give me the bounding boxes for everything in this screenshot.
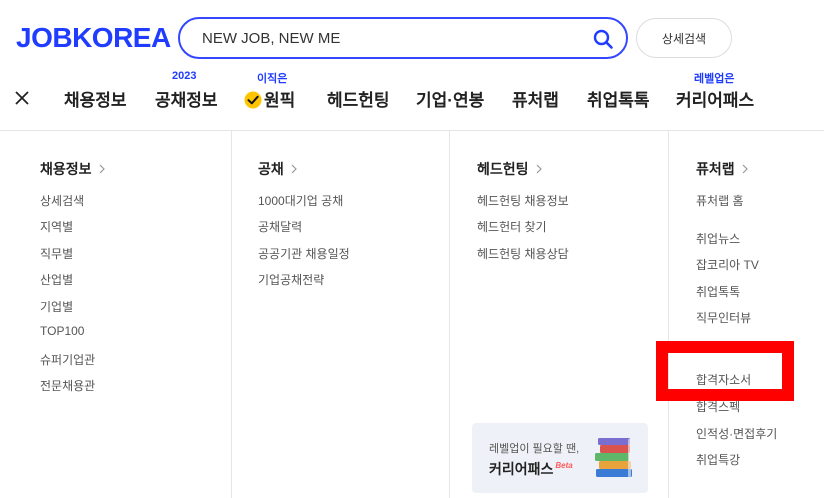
column-divider [449, 131, 450, 498]
nav-item-futurelab[interactable]: 퓨처랩 [512, 86, 559, 111]
detail-search-button[interactable]: 상세검색 [636, 18, 732, 58]
menu-link-gongchae-strategy[interactable]: 기업공채전략 [258, 271, 324, 288]
menu-title-futurelab[interactable]: 퓨처랩 [696, 159, 749, 179]
menu-title-gongchae[interactable]: 공채 [258, 159, 298, 179]
nav-badge-2023: 2023 [172, 70, 197, 82]
close-icon[interactable] [12, 88, 32, 108]
menu-title-recruit[interactable]: 채용정보 [40, 159, 106, 179]
menu-link-super-company[interactable]: 슈퍼기업관 [40, 351, 95, 368]
menu-title-headhunting[interactable]: 헤드헌팅 [477, 159, 543, 179]
column-divider [668, 131, 669, 498]
search-input[interactable] [202, 29, 562, 47]
nav-item-headhunting[interactable]: 헤드헌팅 [327, 86, 390, 111]
menu-link-by-region[interactable]: 지역별 [40, 218, 73, 235]
nav-item-gongchae[interactable]: 공채정보 [155, 86, 218, 111]
menu-link-public-schedule[interactable]: 공공기관 채용일정 [258, 245, 350, 262]
promo-title: 커리어패스 Beta [489, 461, 573, 477]
nav-item-chwieop-toktok[interactable]: 취업톡톡 [587, 86, 650, 111]
career-path-promo-banner[interactable]: 레벨업이 필요할 땐, 커리어패스 Beta [472, 423, 648, 493]
chevron-right-icon [536, 164, 542, 174]
menu-link-find-headhunter[interactable]: 헤드헌터 찾기 [477, 218, 547, 235]
check-icon [244, 91, 262, 109]
menu-link-chwieop-toktok[interactable]: 취업톡톡 [696, 283, 740, 300]
menu-link-headhunting-consult[interactable]: 헤드헌팅 채용상담 [477, 245, 569, 262]
nav-item-onepick[interactable]: 원픽 [244, 86, 295, 111]
nav-item-company-salary[interactable]: 기업·연봉 [416, 86, 484, 111]
highlight-box [656, 341, 794, 401]
column-divider [231, 131, 232, 498]
menu-link-by-company[interactable]: 기업별 [40, 298, 73, 315]
nav-item-recruit[interactable]: 채용정보 [64, 86, 127, 111]
menu-link-job-lecture[interactable]: 취업특강 [696, 451, 740, 468]
chevron-right-icon [99, 164, 105, 174]
chevron-right-icon [742, 164, 748, 174]
jobkorea-logo[interactable]: JOBKOREA [16, 22, 171, 54]
nav-item-career-path[interactable]: 커리어패스 [676, 86, 754, 111]
menu-link-1000-companies[interactable]: 1000대기업 공채 [258, 192, 343, 209]
nav-badge-levelup: 레벨업은 [694, 73, 735, 85]
books-icon [595, 438, 632, 477]
promo-subtitle: 레벨업이 필요할 땐, [489, 443, 580, 455]
menu-link-top100[interactable]: TOP100 [40, 324, 84, 338]
nav-badge-ijigeun: 이직은 [257, 73, 288, 85]
menu-divider [0, 130, 824, 131]
menu-link-job-news[interactable]: 취업뉴스 [696, 230, 740, 247]
nav-item-onepick-label: 원픽 [264, 91, 296, 110]
menu-link-job-interview[interactable]: 직무인터뷰 [696, 309, 751, 326]
menu-link-detail-search[interactable]: 상세검색 [40, 192, 84, 209]
search-icon[interactable] [592, 28, 614, 50]
search-bar [178, 17, 628, 59]
menu-link-jobkorea-tv[interactable]: 잡코리아 TV [696, 256, 759, 273]
menu-link-gongchae-calendar[interactable]: 공채달력 [258, 218, 302, 235]
chevron-right-icon [291, 164, 297, 174]
menu-link-headhunting-jobs[interactable]: 헤드헌팅 채용정보 [477, 192, 569, 209]
menu-link-aptitude-interview-review[interactable]: 인적성·면접후기 [696, 425, 777, 442]
menu-link-by-job[interactable]: 직무별 [40, 245, 73, 262]
menu-link-futurelab-home[interactable]: 퓨처랩 홈 [696, 192, 744, 209]
promo-beta-tag: Beta [555, 461, 573, 470]
menu-link-by-industry[interactable]: 산업별 [40, 271, 73, 288]
menu-link-specialist-recruit[interactable]: 전문채용관 [40, 377, 95, 394]
